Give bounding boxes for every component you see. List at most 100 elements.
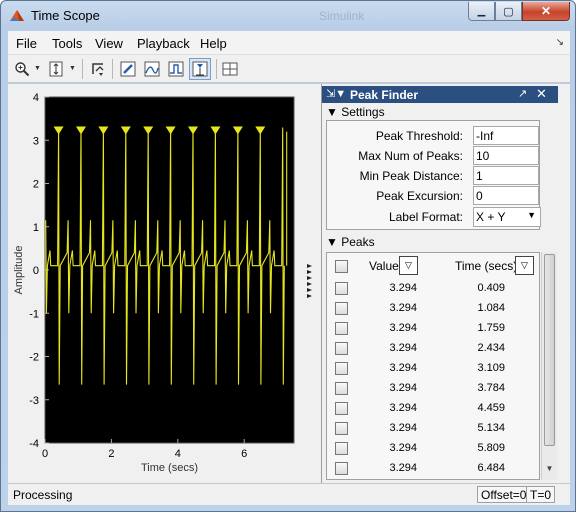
max-peaks-label: Max Num of Peaks: [358, 149, 463, 163]
peak-excursion-label: Peak Excursion: [376, 189, 463, 203]
peak-row-checkbox[interactable] [335, 422, 348, 435]
peak-value-cell: 3.294 [389, 382, 417, 394]
peak-time-cell: 5.809 [477, 442, 505, 454]
y-axis-label: Amplitude [13, 246, 25, 295]
peak-time-cell: 2.434 [477, 342, 505, 354]
menu-tools[interactable]: Tools [52, 36, 82, 51]
peak-value-cell: 3.294 [389, 282, 417, 294]
scroll-down-icon[interactable]: ▼ [543, 464, 556, 478]
trigger-icon[interactable] [166, 59, 186, 79]
time-readout: T=0 [526, 486, 556, 503]
peak-row-checkbox[interactable] [335, 462, 348, 475]
menu-help[interactable]: Help [200, 36, 227, 51]
peak-time-cell: 1.084 [477, 302, 505, 314]
peak-time-cell: 4.459 [477, 402, 505, 414]
menu-bar: File Tools View Playback Help ↘ [8, 31, 570, 55]
peak-finder-icon[interactable] [189, 58, 211, 80]
max-peaks-field[interactable]: 10 [473, 146, 539, 165]
peak-value-cell: 3.294 [389, 342, 417, 354]
select-all-checkbox[interactable] [335, 260, 348, 273]
menu-view[interactable]: View [95, 36, 123, 51]
peak-value-cell: 3.294 [389, 422, 417, 434]
scrollbar-thumb[interactable] [544, 254, 555, 446]
maximize-button[interactable]: ▢ [495, 2, 522, 21]
bilevel-icon[interactable] [142, 59, 162, 79]
toolbar-separator [82, 59, 83, 79]
status-text: Processing [13, 488, 73, 502]
status-bar: Processing Offset=0 T=0 [8, 483, 570, 505]
peak-row-checkbox[interactable] [335, 302, 348, 315]
table-row[interactable]: 3.294 3.109 [327, 359, 539, 379]
peaks-section-toggle[interactable]: ▼ Peaks [326, 235, 375, 249]
zoom-in-icon[interactable] [12, 59, 32, 79]
panel-close-icon[interactable]: ✕ [536, 86, 547, 102]
toolbar-separator [112, 59, 113, 79]
y-tick-label: 4 [33, 92, 39, 104]
peak-time-cell: 0.409 [477, 282, 505, 294]
peak-threshold-label: Peak Threshold: [375, 129, 463, 143]
table-row[interactable]: 3.294 3.784 [327, 379, 539, 399]
autoscale-icon[interactable] [88, 59, 108, 79]
panel-title: Peak Finder [350, 88, 419, 102]
peak-value-cell: 3.294 [389, 442, 417, 454]
y-tick-label: 2 [33, 179, 39, 191]
peak-row-checkbox[interactable] [335, 362, 348, 375]
peak-time-cell: 3.109 [477, 362, 505, 374]
table-row[interactable]: 3.294 1.759 [327, 319, 539, 339]
matlab-app-icon [10, 10, 24, 21]
peak-excursion-field[interactable]: 0 [473, 186, 539, 205]
peak-value-cell: 3.294 [389, 322, 417, 334]
zoom-dropdown-icon[interactable]: ▼ [34, 65, 41, 72]
menu-playback[interactable]: Playback [137, 36, 190, 51]
peak-threshold-field[interactable]: -Inf [473, 126, 539, 145]
dock-arrow-icon[interactable]: ↘ [556, 37, 564, 48]
zoom-y-dropdown-icon[interactable]: ▼ [69, 65, 76, 72]
minimize-button[interactable]: ▁ [468, 2, 495, 21]
time-column-header: Time (secs) [455, 259, 518, 273]
min-peak-distance-field[interactable]: 1 [473, 166, 539, 185]
peaks-scrollbar[interactable]: ▼ [541, 252, 557, 480]
y-tick-label: -4 [29, 438, 39, 450]
maximize-icon: ▢ [503, 5, 514, 18]
peak-row-checkbox[interactable] [335, 342, 348, 355]
settings-section-toggle[interactable]: ▼ Settings [326, 105, 385, 119]
y-tick-label: -2 [29, 352, 39, 364]
window-title: Time Scope [31, 8, 100, 23]
undock-icon[interactable]: ↗ [518, 87, 527, 100]
table-row[interactable]: 3.294 4.459 [327, 399, 539, 419]
table-row[interactable]: 3.294 2.434 [327, 339, 539, 359]
peak-row-checkbox[interactable] [335, 382, 348, 395]
panel-pin-icon[interactable]: ⇲▼ [326, 87, 346, 100]
value-sort-button[interactable]: ▽ [399, 256, 418, 275]
peak-row-checkbox[interactable] [335, 322, 348, 335]
time-scope-plot[interactable]: 43210-1-2-3-40 2 4 6Time (secs)Amplitude [8, 84, 321, 483]
y-tick-label: -3 [29, 395, 39, 407]
peaks-table-header: Value ▽ Time (secs) ▽ [327, 253, 539, 279]
time-sort-button[interactable]: ▽ [515, 256, 534, 275]
peak-row-checkbox[interactable] [335, 282, 348, 295]
peak-value-cell: 3.294 [389, 302, 417, 314]
layout-icon[interactable] [220, 59, 240, 79]
minimize-icon: ▁ [477, 5, 486, 17]
table-row[interactable]: 3.294 5.134 [327, 419, 539, 439]
close-button[interactable]: ✕ [522, 2, 570, 21]
peak-finder-panel: ⇲▼ Peak Finder ↗ ✕ ▼ Settings Peak Thres… [321, 84, 558, 483]
label-format-value: X + Y [476, 210, 506, 224]
main-window: Time Scope Simulink ▁ ▢ ✕ File Tools Vie… [0, 0, 576, 512]
title-bar[interactable]: Time Scope Simulink ▁ ▢ ✕ [1, 1, 575, 31]
table-row[interactable]: 3.294 5.809 [327, 439, 539, 459]
peak-time-cell: 1.759 [477, 322, 505, 334]
peak-value-cell: 3.294 [389, 362, 417, 374]
chevron-down-icon: ▼ [527, 210, 536, 220]
table-row[interactable]: 3.294 6.484 [327, 459, 539, 479]
peak-row-checkbox[interactable] [335, 442, 348, 455]
edit-style-icon[interactable] [118, 59, 138, 79]
peak-row-checkbox[interactable] [335, 402, 348, 415]
toolbar: ▼ ▼ [8, 55, 570, 83]
menu-file[interactable]: File [16, 36, 37, 51]
label-format-select[interactable]: X + Y ▼ [473, 207, 541, 227]
table-row[interactable]: 3.294 1.084 [327, 299, 539, 319]
table-row[interactable]: 3.294 0.409 [327, 279, 539, 299]
zoom-y-icon[interactable] [46, 59, 66, 79]
peak-time-cell: 6.484 [477, 462, 505, 474]
